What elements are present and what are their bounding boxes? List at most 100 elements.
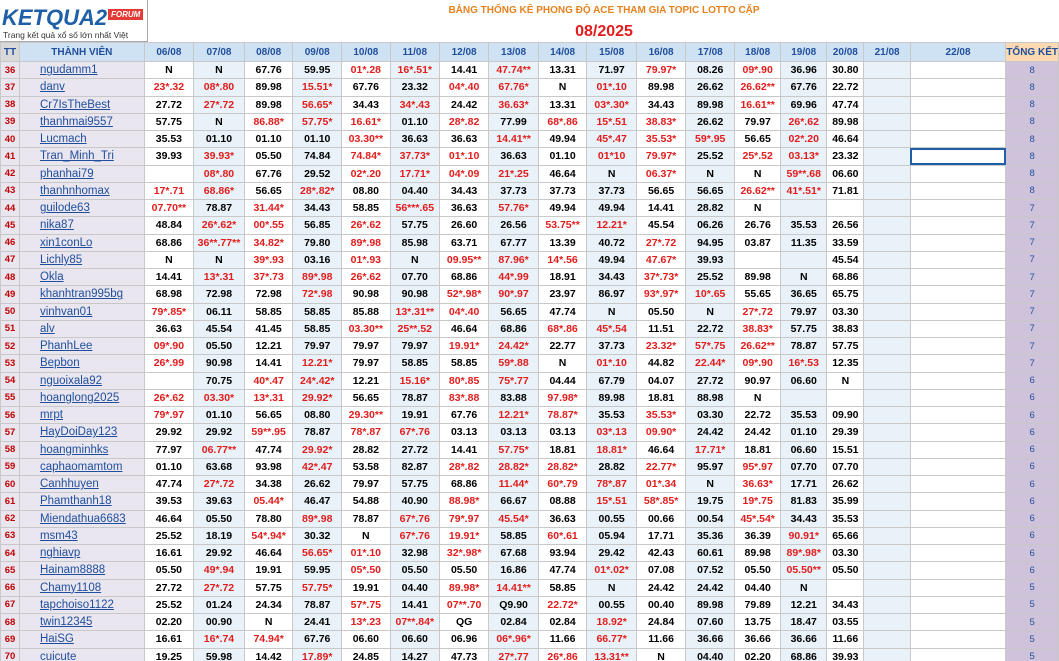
score-cell[interactable]: 45*.54* xyxy=(734,509,782,528)
score-cell[interactable]: 49.94 xyxy=(586,198,637,218)
score-cell[interactable]: 01.10 xyxy=(193,405,245,425)
score-cell[interactable]: 07.60 xyxy=(685,612,736,632)
score-cell[interactable]: 57.75 xyxy=(826,336,865,356)
score-cell[interactable]: 45.54 xyxy=(635,216,687,235)
score-cell[interactable]: 59**.68 xyxy=(780,164,828,183)
score-cell[interactable]: 13.31** xyxy=(586,647,637,661)
score-cell[interactable]: 06*.96* xyxy=(488,630,539,649)
score-cell[interactable]: 24.84 xyxy=(635,612,687,632)
score-cell[interactable]: 01.10 xyxy=(537,147,588,166)
empty-cell[interactable] xyxy=(909,129,1007,149)
score-cell[interactable]: 35.53 xyxy=(586,405,637,425)
score-cell[interactable]: 26.62** xyxy=(734,336,782,356)
member-link[interactable]: PhanhLee xyxy=(18,336,145,356)
score-cell[interactable]: 02.84 xyxy=(488,612,539,632)
score-cell[interactable]: 37.73 xyxy=(586,336,637,356)
score-cell[interactable]: 79.80 xyxy=(292,233,343,252)
score-cell[interactable]: 27*.72 xyxy=(734,302,782,321)
member-link[interactable]: thanhmai9557 xyxy=(18,112,145,132)
score-cell[interactable]: 18.81 xyxy=(537,440,588,459)
member-link[interactable]: Canhhuyen xyxy=(18,474,145,494)
score-cell[interactable]: 68*.86 xyxy=(537,319,588,339)
score-cell[interactable]: 25.52 xyxy=(143,595,195,615)
score-cell[interactable]: 04*.40 xyxy=(438,78,490,97)
score-cell[interactable]: 36.66 xyxy=(685,630,736,649)
member-link[interactable]: mrpt xyxy=(18,405,145,425)
empty-cell[interactable] xyxy=(909,198,1007,218)
score-cell[interactable]: N xyxy=(193,60,245,80)
score-cell[interactable]: N xyxy=(143,60,195,80)
score-cell[interactable]: 35.53 xyxy=(780,405,828,425)
score-cell[interactable]: 24*.42* xyxy=(292,371,343,390)
score-cell[interactable]: 37.73 xyxy=(537,181,588,201)
score-cell[interactable]: N xyxy=(193,112,245,132)
empty-cell[interactable] xyxy=(863,457,911,477)
score-cell[interactable]: N xyxy=(389,250,440,270)
score-cell[interactable]: 37.73* xyxy=(389,147,440,166)
score-cell[interactable]: 78.80 xyxy=(243,509,294,528)
score-cell[interactable]: 03.55 xyxy=(826,612,865,632)
empty-cell[interactable] xyxy=(863,233,911,252)
score-cell[interactable]: 05.50 xyxy=(243,147,294,166)
score-cell[interactable]: N xyxy=(685,474,736,494)
score-cell[interactable]: 67.79 xyxy=(586,371,637,390)
score-cell[interactable]: 22.72* xyxy=(537,595,588,615)
score-cell[interactable]: 16*.51* xyxy=(389,60,440,80)
member-link[interactable]: HaiSG xyxy=(18,630,145,649)
score-cell[interactable]: 05.50 xyxy=(734,561,782,580)
score-cell[interactable]: 57.75 xyxy=(243,578,294,597)
score-cell[interactable]: 89.98 xyxy=(586,388,637,408)
score-cell[interactable]: 89.98 xyxy=(685,95,736,114)
score-cell[interactable]: 08*.80 xyxy=(193,164,245,183)
score-cell[interactable]: 67.76 xyxy=(780,78,828,97)
score-cell[interactable]: 28.82 xyxy=(341,440,391,459)
score-cell[interactable]: N xyxy=(826,371,865,390)
score-cell[interactable]: 47.74 xyxy=(537,302,588,321)
score-cell[interactable]: 03*.30* xyxy=(586,95,637,114)
score-cell[interactable]: 01*10 xyxy=(586,147,637,166)
score-cell[interactable]: 19.91 xyxy=(389,405,440,425)
member-link[interactable]: nguoixala92 xyxy=(18,371,145,390)
score-cell[interactable]: 49.94 xyxy=(537,129,588,149)
score-cell[interactable]: 12.21* xyxy=(292,354,343,373)
empty-cell[interactable] xyxy=(909,112,1007,132)
score-cell[interactable]: 28*.82* xyxy=(292,181,343,201)
score-cell[interactable]: 27*.72 xyxy=(635,233,687,252)
score-cell[interactable]: 05.50 xyxy=(143,561,195,580)
score-cell[interactable]: 52*.98* xyxy=(438,285,490,304)
score-cell[interactable]: 14.41** xyxy=(488,578,539,597)
score-cell[interactable]: 14.41 xyxy=(243,354,294,373)
score-cell[interactable]: 79.97 xyxy=(389,336,440,356)
score-cell[interactable]: 18.47 xyxy=(780,612,828,632)
score-cell[interactable]: 36.63 xyxy=(488,147,539,166)
score-cell[interactable]: 65.66 xyxy=(826,526,865,546)
score-cell[interactable]: 39.93 xyxy=(685,250,736,270)
score-cell[interactable]: 35.53 xyxy=(780,216,828,235)
score-cell[interactable]: 13*.23 xyxy=(341,612,391,632)
score-cell[interactable]: 25.52 xyxy=(143,526,195,546)
score-cell[interactable]: 89*.98 xyxy=(341,233,391,252)
score-cell[interactable]: 03.30** xyxy=(341,129,391,149)
member-link[interactable]: twin12345 xyxy=(18,612,145,632)
score-cell[interactable]: 86.97 xyxy=(586,285,637,304)
score-cell[interactable]: 34.43 xyxy=(635,95,687,114)
score-cell[interactable]: 83.88 xyxy=(488,388,539,408)
score-cell[interactable]: 02.20 xyxy=(143,612,195,632)
empty-cell[interactable] xyxy=(863,216,911,235)
score-cell[interactable]: N xyxy=(734,198,782,218)
empty-cell[interactable] xyxy=(909,250,1007,270)
score-cell[interactable]: 07.70 xyxy=(826,457,865,477)
score-cell[interactable]: 19*.75 xyxy=(734,492,782,511)
score-cell[interactable]: 06.77** xyxy=(193,440,245,459)
score-cell[interactable]: 13.39 xyxy=(537,233,588,252)
member-link[interactable]: guilode63 xyxy=(18,198,145,218)
score-cell[interactable]: N xyxy=(537,78,588,97)
score-cell[interactable]: 14.41 xyxy=(143,267,195,287)
empty-cell[interactable] xyxy=(863,250,911,270)
score-cell[interactable] xyxy=(826,578,865,597)
score-cell[interactable] xyxy=(780,198,828,218)
score-cell[interactable]: 67.76 xyxy=(438,405,490,425)
score-cell[interactable]: N xyxy=(341,526,391,546)
score-cell[interactable]: 78.87 xyxy=(292,595,343,615)
score-cell[interactable]: 26.62 xyxy=(292,474,343,494)
